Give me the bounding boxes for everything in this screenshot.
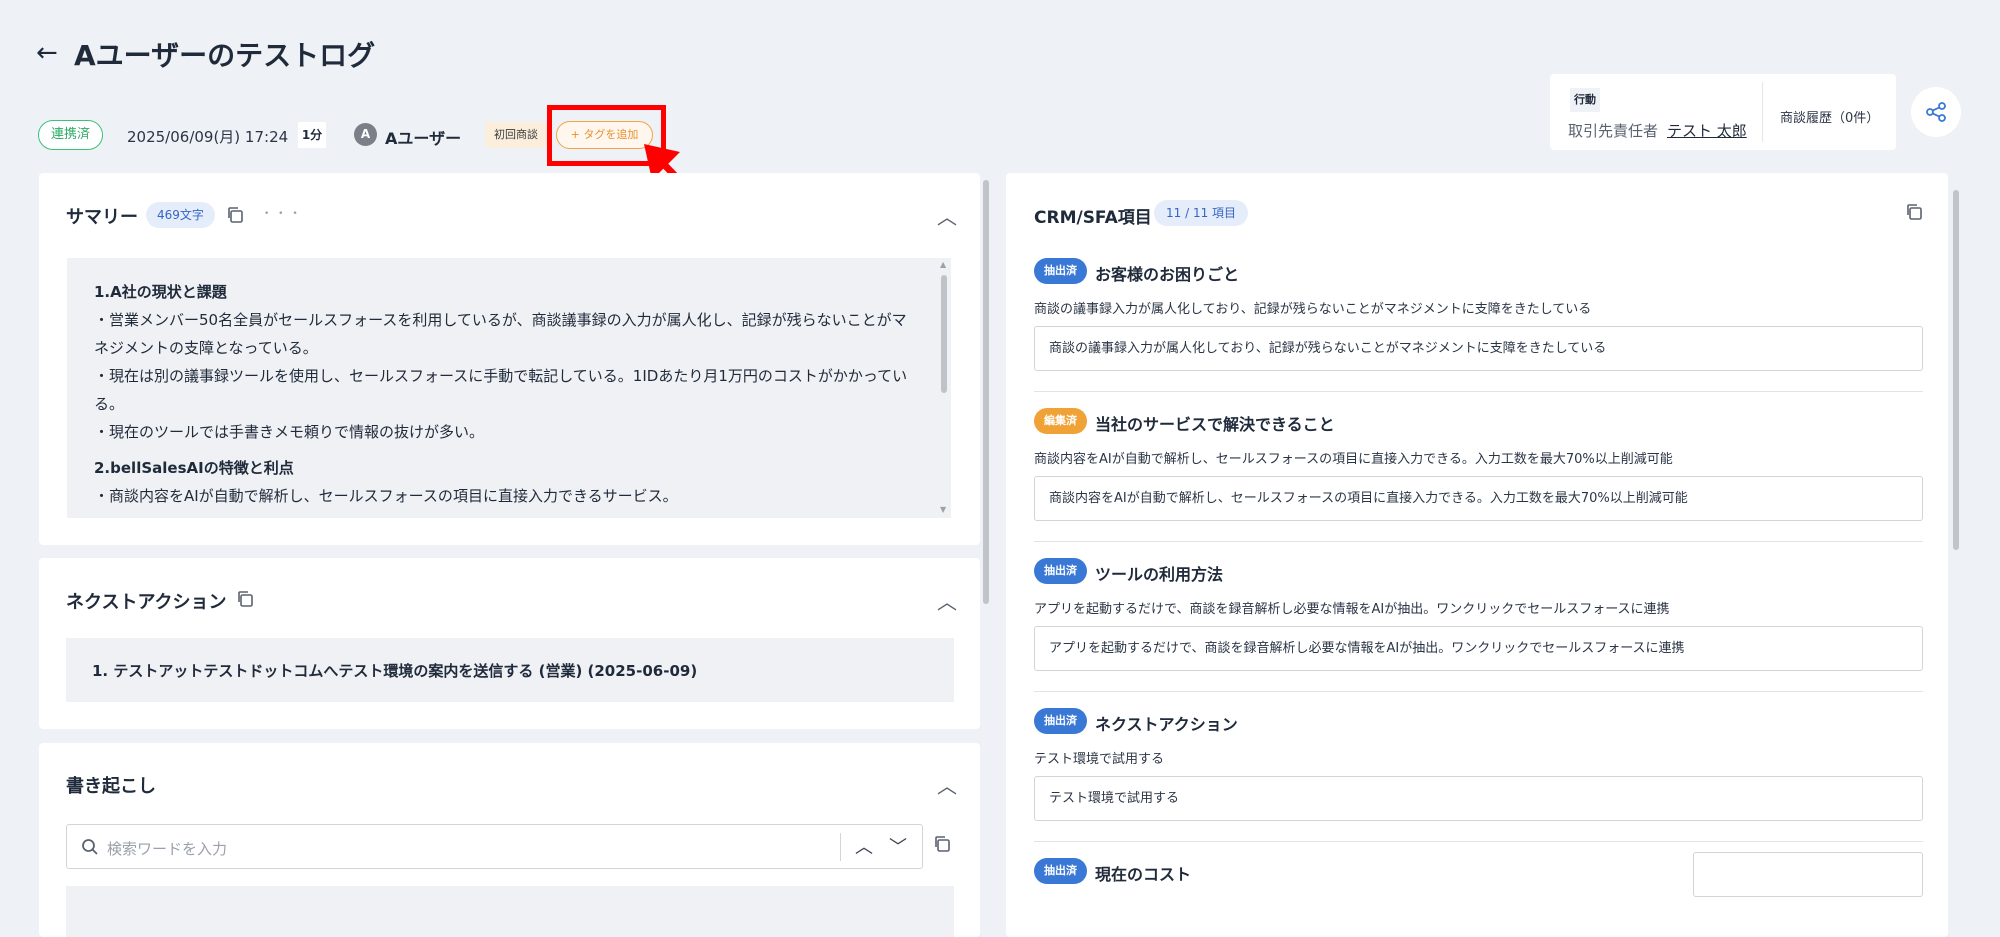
divider bbox=[1034, 541, 1923, 542]
field-status-pill: 抽出済 bbox=[1034, 558, 1087, 584]
summary-scrollbar[interactable] bbox=[941, 275, 947, 393]
field-description: 商談内容をAIが自動で解析し、セールスフォースの項目に直接入力できる。入力工数を… bbox=[1034, 452, 1673, 467]
back-arrow-icon[interactable]: ← bbox=[36, 38, 58, 68]
tag-chip[interactable]: 初回商談 bbox=[485, 122, 547, 148]
divider bbox=[1034, 841, 1923, 842]
field-title: お客様のお困りごと bbox=[1095, 265, 1240, 284]
field-description: アプリを起動するだけで、商談を録音解析し必要な情報をAIが抽出。ワンクリックでセ… bbox=[1034, 602, 1670, 617]
next-match-chevron-down-icon[interactable]: ﹀ bbox=[889, 833, 907, 859]
share-icon bbox=[1926, 102, 1946, 122]
summary-line: ・営業メンバー50名全員がセールスフォースを利用しているが、商談議事録の入力が属… bbox=[94, 311, 907, 357]
summary-content: 1.A社の現状と課題・営業メンバー50名全員がセールスフォースを利用しているが、… bbox=[67, 258, 951, 518]
summary-line: ・現在は別の議事録ツールを使用し、セールスフォースに手動で転記している。1IDあ… bbox=[94, 367, 908, 413]
meeting-datetime: 2025/06/09(月) 17:24 bbox=[127, 128, 289, 146]
divider bbox=[1034, 691, 1923, 692]
prev-match-chevron-up-icon[interactable]: ︿ bbox=[855, 833, 873, 859]
transcript-search-field[interactable]: 検索ワードを入力 ︿ ﹀ bbox=[66, 824, 923, 869]
search-input[interactable]: 検索ワードを入力 bbox=[107, 838, 227, 859]
field-input[interactable]: 商談の議事録入力が属人化しており、記録が残らないことがマネジメントに支障をきたし… bbox=[1034, 326, 1923, 371]
field-status-pill: 編集済 bbox=[1034, 408, 1087, 434]
char-count-chip: 469文字 bbox=[146, 202, 215, 228]
field-input[interactable]: 商談内容をAIが自動で解析し、セールスフォースの項目に直接入力できる。入力工数を… bbox=[1034, 476, 1923, 521]
crm-title: CRM/SFA項目 bbox=[1034, 208, 1152, 228]
field-input[interactable]: テスト環境で試用する bbox=[1034, 776, 1923, 821]
field-status-pill: 抽出済 bbox=[1034, 858, 1087, 884]
divider bbox=[1034, 391, 1923, 392]
crm-count-chip: 11 / 11 項目 bbox=[1154, 200, 1249, 226]
copy-icon[interactable] bbox=[1905, 203, 1923, 221]
field-input[interactable]: アプリを起動するだけで、商談を録音解析し必要な情報をAIが抽出。ワンクリックでセ… bbox=[1034, 626, 1923, 671]
avatar: A bbox=[354, 123, 377, 146]
next-action-title: ネクストアクション bbox=[66, 592, 227, 613]
divider bbox=[1762, 82, 1763, 142]
field-title: ツールの利用方法 bbox=[1095, 565, 1224, 584]
summary-heading: 2.bellSalesAIの特徴と利点 bbox=[94, 459, 294, 477]
user-name: Aユーザー bbox=[385, 129, 462, 148]
copy-icon[interactable] bbox=[226, 206, 244, 224]
crm-panel bbox=[1006, 173, 1948, 937]
collapse-next-action-chevron-icon[interactable]: ︿ bbox=[937, 586, 957, 615]
field-status-pill: 抽出済 bbox=[1034, 258, 1087, 284]
sync-status-badge: 連携済 bbox=[38, 120, 104, 150]
meeting-history-link[interactable]: 商談履歴（0件） bbox=[1780, 107, 1879, 126]
page-title: Aユーザーのテストログ bbox=[74, 39, 376, 72]
summary-line: ・商談内容をAIが自動で解析し、セールスフォースの項目に直接入力できるサービス。 bbox=[94, 487, 678, 505]
scroll-down-icon[interactable]: ▼ bbox=[940, 505, 946, 514]
right-column-scrollbar[interactable] bbox=[1953, 190, 1959, 550]
search-icon bbox=[82, 839, 98, 855]
divider bbox=[840, 833, 841, 861]
field-title: 現在のコスト bbox=[1095, 865, 1192, 884]
contact-label: 取引先責任者 bbox=[1568, 122, 1659, 140]
more-options-icon[interactable]: • • • bbox=[264, 209, 301, 219]
field-status-pill: 抽出済 bbox=[1034, 708, 1087, 734]
share-button[interactable] bbox=[1911, 87, 1961, 137]
field-description: 商談の議事録入力が属人化しており、記録が残らないことがマネジメントに支障をきたし… bbox=[1034, 302, 1592, 317]
transcript-content bbox=[66, 886, 954, 937]
field-title: 当社のサービスで解決できること bbox=[1095, 415, 1335, 434]
meeting-duration: 1分 bbox=[298, 122, 326, 148]
collapse-summary-chevron-icon[interactable]: ︿ bbox=[937, 201, 957, 230]
copy-icon[interactable] bbox=[236, 590, 254, 608]
collapse-transcript-chevron-icon[interactable]: ︿ bbox=[937, 770, 957, 799]
scroll-up-icon[interactable]: ▲ bbox=[940, 260, 946, 269]
copy-icon[interactable] bbox=[933, 835, 951, 853]
transcript-title: 書き起こし bbox=[66, 776, 156, 797]
left-column-scrollbar[interactable] bbox=[983, 180, 989, 604]
contact-link[interactable]: テスト 太郎 bbox=[1667, 120, 1747, 141]
field-title: ネクストアクション bbox=[1095, 715, 1238, 734]
summary-line: ・現在のツールでは手書きメモ頼りで情報の抜けが多い。 bbox=[94, 423, 485, 441]
next-action-text: 1. テストアットテストドットコムへテスト環境の案内を送信する (営業) (20… bbox=[92, 662, 698, 680]
action-type-tag: 行動 bbox=[1570, 88, 1600, 112]
summary-title: サマリー bbox=[66, 207, 138, 228]
field-input[interactable] bbox=[1693, 852, 1923, 897]
next-action-item: 1. テストアットテストドットコムへテスト環境の案内を送信する (営業) (20… bbox=[66, 638, 954, 702]
summary-heading: 1.A社の現状と課題 bbox=[94, 283, 227, 301]
field-description: テスト環境で試用する bbox=[1034, 752, 1165, 767]
summary-text: 1.A社の現状と課題・営業メンバー50名全員がセールスフォースを利用しているが、… bbox=[94, 278, 914, 510]
